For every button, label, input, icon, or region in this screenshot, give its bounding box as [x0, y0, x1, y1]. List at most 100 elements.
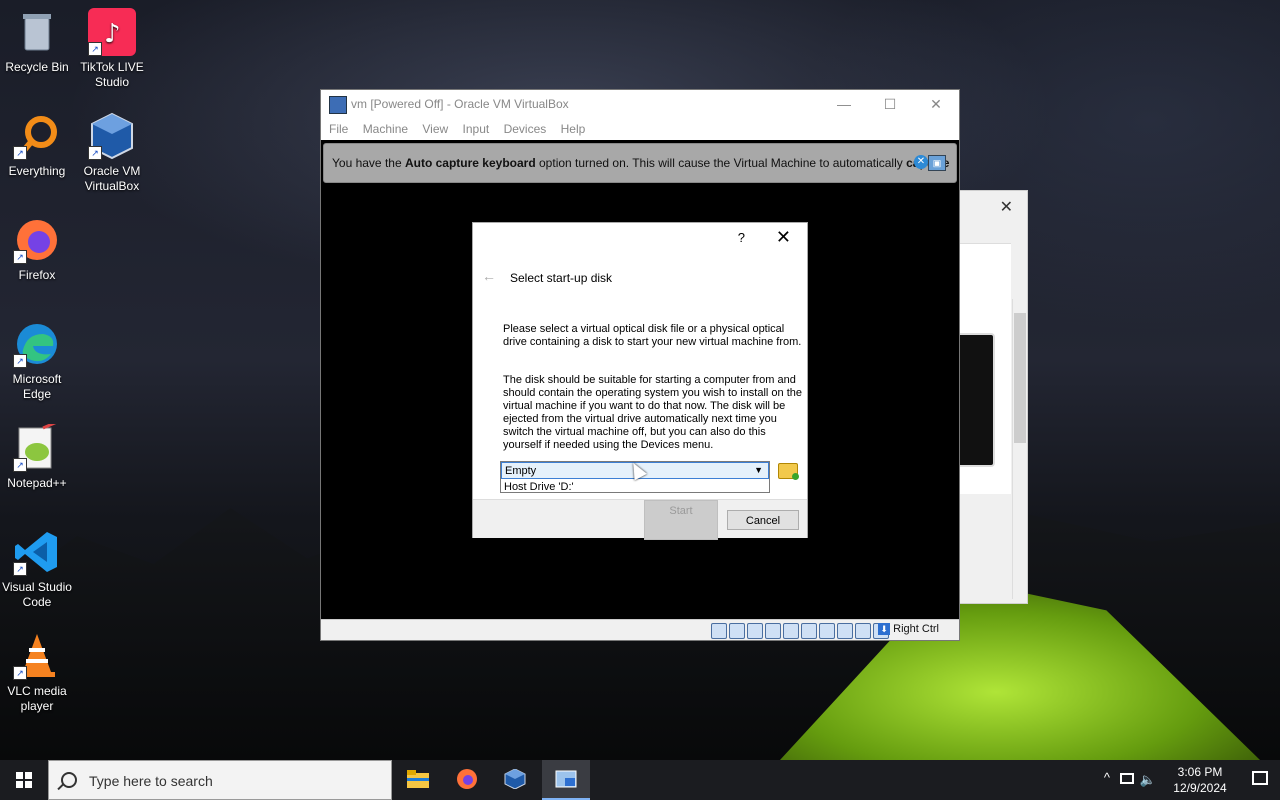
firefox-icon: ↗: [13, 216, 61, 264]
menu-devices[interactable]: Devices: [504, 118, 547, 140]
desktop-icon-label: Microsoft Edge: [12, 372, 62, 401]
start-button-windows[interactable]: [0, 760, 48, 800]
desktop-icon-microsoft-edge[interactable]: ↗ Microsoft Edge: [0, 320, 74, 402]
vlc-cone-icon: ↗: [13, 632, 61, 680]
taskbar-firefox[interactable]: [443, 760, 491, 800]
taskbar-virtualbox-vm[interactable]: [542, 760, 590, 800]
clock-time: 3:06 PM: [1177, 765, 1223, 779]
dialog-title: Select start-up disk: [510, 271, 613, 285]
back-arrow-icon[interactable]: ←: [482, 268, 496, 284]
dropdown-option-host-drive[interactable]: Host Drive 'D:': [504, 481, 574, 493]
desktop-icon-label: Notepad++: [7, 476, 67, 490]
start-button[interactable]: Start: [644, 500, 718, 540]
notice-prefix: You have the: [332, 156, 405, 170]
auto-capture-notice: You have the Auto capture keyboard optio…: [323, 143, 957, 183]
firefox-icon: [457, 769, 477, 789]
notice-middle: option turned on. This will cause the Vi…: [535, 156, 907, 170]
display-icon[interactable]: [819, 623, 835, 639]
desktop-icon-label: Recycle Bin: [5, 60, 69, 74]
background-window-close-icon[interactable]: ✕: [1000, 197, 1013, 217]
usb-icon[interactable]: [783, 623, 799, 639]
host-key-arrow-icon: ⬇: [878, 623, 891, 636]
menu-help[interactable]: Help: [561, 118, 586, 140]
menu-file[interactable]: File: [329, 118, 348, 140]
optical-drive-icon[interactable]: [729, 623, 745, 639]
background-window[interactable]: ✕: [958, 190, 1028, 604]
desktop-icon-vlc[interactable]: ↗ VLC media player: [0, 632, 74, 714]
taskbar: Type here to search ^ 🔈 3:06 PM 12/9/202…: [0, 760, 1280, 800]
desktop-icon-label: Everything: [8, 164, 66, 178]
windows-logo-icon: [16, 772, 32, 788]
host-key-label: Right Ctrl: [893, 623, 939, 635]
clock-date: 12/9/2024: [1173, 781, 1227, 795]
taskbar-search-box[interactable]: Type here to search: [48, 760, 392, 800]
desktop-icon-virtualbox[interactable]: ↗ Oracle VM VirtualBox: [75, 112, 149, 194]
menu-bar: File Machine View Input Devices Help: [321, 118, 959, 140]
search-icon: [61, 772, 77, 788]
menu-machine[interactable]: Machine: [363, 118, 408, 140]
virtualbox-vm-icon: [555, 770, 577, 788]
menu-input[interactable]: Input: [463, 118, 490, 140]
desktop-icon-vscode[interactable]: ↗ Visual Studio Code: [0, 528, 74, 610]
notice-do-not-show-icon[interactable]: ▣: [928, 155, 946, 171]
vscode-icon: ↗: [13, 528, 61, 576]
shared-folders-icon[interactable]: [801, 623, 817, 639]
cancel-button[interactable]: Cancel: [727, 510, 799, 530]
desktop-icon-recycle-bin[interactable]: Recycle Bin: [0, 8, 74, 75]
maximize-button[interactable]: ☐: [867, 90, 913, 118]
dialog-details: The disk should be suitable for starting…: [503, 374, 803, 451]
status-icons: [711, 623, 889, 639]
desktop-icon-label: Oracle VM VirtualBox: [83, 164, 141, 193]
background-window-scroll-thumb[interactable]: [1014, 313, 1026, 443]
minimize-button[interactable]: —: [821, 90, 867, 118]
select-startup-disk-dialog[interactable]: ? ✕ ← Select start-up disk Please select…: [472, 222, 808, 540]
recycle-bin-icon: [13, 8, 61, 56]
desktop-icon-label: TikTok LIVE Studio: [80, 60, 144, 89]
taskbar-virtualbox[interactable]: [491, 760, 539, 800]
network-status-icon[interactable]: [1120, 773, 1134, 784]
window-title: vm [Powered Off] - Oracle VM VirtualBox: [351, 97, 569, 111]
chevron-down-icon[interactable]: ▼: [754, 465, 763, 475]
search-placeholder: Type here to search: [89, 773, 213, 789]
desktop-icon-label: Visual Studio Code: [2, 580, 72, 609]
desktop-icon-label: VLC media player: [7, 684, 67, 713]
desktop-icon-tiktok-live-studio[interactable]: ♪ ↗ TikTok LIVE Studio: [75, 8, 149, 90]
host-key-indicator[interactable]: ⬇ Right Ctrl: [878, 623, 939, 636]
show-hidden-icons-chevron-icon[interactable]: ^: [1104, 770, 1110, 785]
everything-search-icon: ↗: [13, 112, 61, 160]
tiktok-icon: ♪ ↗: [88, 8, 136, 56]
dialog-close-button[interactable]: ✕: [776, 227, 791, 248]
close-button[interactable]: ✕: [913, 90, 959, 118]
choose-disk-folder-icon[interactable]: [778, 463, 799, 480]
hard-disk-icon[interactable]: [711, 623, 727, 639]
network-icon[interactable]: [765, 623, 781, 639]
notice-text: You have the Auto capture keyboard optio…: [332, 156, 949, 170]
volume-muted-icon[interactable]: 🔈: [1140, 772, 1156, 788]
desktop-icon-firefox[interactable]: ↗ Firefox: [0, 216, 74, 283]
action-center-icon[interactable]: [1252, 771, 1268, 785]
dialog-footer: Start Cancel: [473, 499, 807, 540]
help-button[interactable]: ?: [738, 230, 745, 245]
title-bar[interactable]: vm [Powered Off] - Oracle VM VirtualBox …: [321, 90, 959, 118]
desktop-icon-label: Firefox: [18, 268, 56, 282]
notice-close-icon[interactable]: ✕: [914, 155, 928, 169]
desktop-icon-notepad-plus-plus[interactable]: ↗ Notepad++: [0, 420, 74, 491]
dropdown-selected-label: Empty: [505, 465, 537, 477]
vm-status-bar: ⬇ Right Ctrl: [321, 619, 959, 640]
menu-view[interactable]: View: [422, 118, 448, 140]
dialog-instructions: Please select a virtual optical disk fil…: [503, 323, 802, 348]
desktop-icon-everything[interactable]: ↗ Everything: [0, 112, 74, 179]
svg-text:♪: ♪: [104, 19, 121, 49]
edge-icon: ↗: [13, 320, 61, 368]
audio-icon[interactable]: [747, 623, 763, 639]
recording-icon[interactable]: [837, 623, 853, 639]
virtualbox-app-icon: [329, 96, 347, 114]
folder-icon: [407, 770, 429, 788]
taskbar-clock[interactable]: 3:06 PM 12/9/2024: [1170, 764, 1230, 796]
background-window-preview: [959, 333, 995, 467]
virtualbox-icon: ↗: [88, 112, 136, 160]
taskbar-file-explorer[interactable]: [394, 760, 442, 800]
vt-x-icon[interactable]: [855, 623, 871, 639]
notepad-plus-plus-icon: ↗: [13, 420, 61, 472]
virtualbox-icon: [504, 769, 526, 789]
